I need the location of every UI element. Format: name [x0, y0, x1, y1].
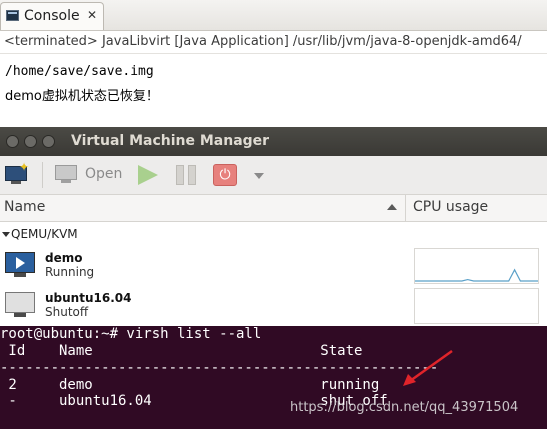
cpu-usage-line: [415, 268, 538, 282]
dropdown-icon[interactable]: [254, 173, 264, 179]
vm-list-header: Name CPU usage: [0, 195, 547, 222]
vm-name: demo: [45, 251, 83, 265]
vm-running-icon: [5, 252, 37, 280]
console-output-line: /home/save/save.img: [5, 64, 154, 79]
vmm-titlebar[interactable]: Virtual Machine Manager: [0, 127, 547, 156]
shutdown-icon[interactable]: ⏻: [213, 164, 237, 186]
run-icon[interactable]: [138, 165, 158, 185]
console-icon: [6, 10, 19, 21]
console-tab[interactable]: Console ✕: [0, 2, 104, 30]
vm-row-ubuntu[interactable]: ubuntu16.04 Shutoff: [0, 288, 547, 328]
open-button[interactable]: Open: [85, 166, 122, 182]
vmm-toolbar: ✦ Open ⏻: [0, 156, 547, 195]
watermark: https://blog.csdn.net/qq_43971504: [290, 400, 519, 415]
annotation-arrow-icon: [403, 349, 453, 386]
vm-status: Running: [45, 265, 95, 279]
terminal-prompt-line: root@ubuntu:~# virsh list --all: [0, 326, 262, 342]
window-close-button[interactable]: [6, 135, 19, 148]
pause-icon[interactable]: [176, 165, 198, 185]
console-header-text: <terminated> JavaLibvirt [Java Applicati…: [4, 34, 522, 49]
window-title: Virtual Machine Manager: [71, 133, 270, 149]
close-icon[interactable]: ✕: [87, 8, 97, 22]
window-maximize-button[interactable]: [42, 135, 55, 148]
terminal[interactable]: root@ubuntu:~# virsh list --all Id Name …: [0, 326, 547, 429]
toolbar-separator: [42, 162, 43, 188]
column-divider: [405, 195, 406, 221]
column-header-cpu[interactable]: CPU usage: [413, 199, 488, 215]
cpu-usage-sparkline: [415, 268, 538, 282]
cpu-usage-graph: [414, 248, 539, 284]
connection-label: QEMU/KVM: [11, 227, 78, 241]
terminal-table-header: Id Name State: [0, 343, 363, 359]
console-tabbar: Console ✕: [0, 0, 547, 31]
terminal-row: 2 demo running: [0, 377, 380, 393]
column-header-name[interactable]: Name: [4, 199, 45, 215]
console-launch-header: <terminated> JavaLibvirt [Java Applicati…: [0, 31, 547, 54]
vm-name: ubuntu16.04: [45, 291, 132, 305]
cpu-usage-graph: [414, 288, 539, 324]
new-vm-icon[interactable]: ✦: [5, 160, 29, 185]
vm-status: Shutoff: [45, 305, 89, 319]
vm-shutoff-icon: [5, 292, 37, 320]
console-output[interactable]: /home/save/save.img demo虚拟机状态已恢复！: [0, 54, 547, 126]
vm-list: QEMU/KVM demo Running ubuntu16.04 Shutof…: [0, 222, 547, 326]
sort-ascending-icon[interactable]: [387, 204, 397, 210]
window-minimize-button[interactable]: [24, 135, 37, 148]
vm-row-demo[interactable]: demo Running: [0, 248, 547, 288]
console-output-line: demo虚拟机状态已恢复！: [5, 89, 159, 104]
connection-group[interactable]: QEMU/KVM: [0, 224, 547, 244]
open-icon[interactable]: [55, 165, 79, 185]
expand-arrow-icon[interactable]: [2, 232, 10, 237]
console-tab-title: Console: [24, 8, 80, 24]
terminal-divider: ----------------------------------------…: [0, 360, 439, 376]
